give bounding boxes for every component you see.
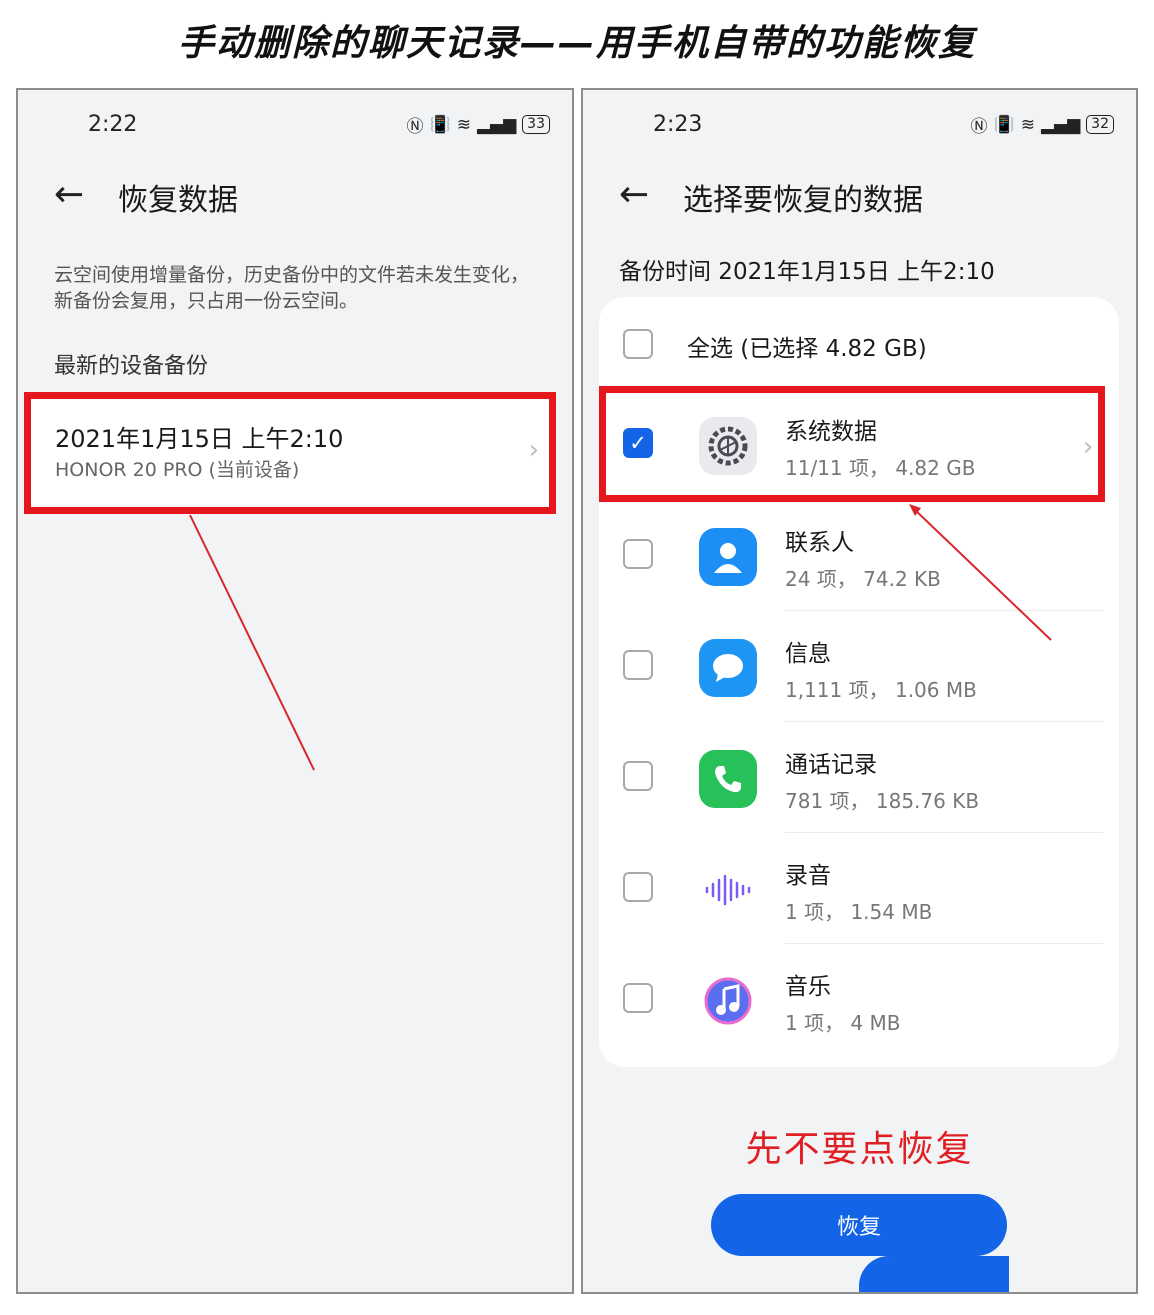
annotation-arrow xyxy=(909,504,1052,641)
banner-title: 手动删除的聊天记录——用手机自带的功能恢复 xyxy=(177,23,976,64)
right-phone-screen: 2:23 Ⓝ 📳 ≋ ▂▄▆ 32 ← 选择要恢复的数据 备份时间 2021年1… xyxy=(581,88,1138,1294)
left-phone-screen: 2:22 Ⓝ 📳 ≋ ▂▄▆ 33 ← 恢复数据 云空间使用增量备份，历史备份中… xyxy=(16,88,574,1294)
button-overlay-fragment xyxy=(859,1256,1009,1292)
warning-note: 先不要点恢复 xyxy=(745,1129,974,1170)
annotation-arrow xyxy=(189,514,315,771)
restore-button[interactable]: 恢复 xyxy=(711,1194,1007,1256)
